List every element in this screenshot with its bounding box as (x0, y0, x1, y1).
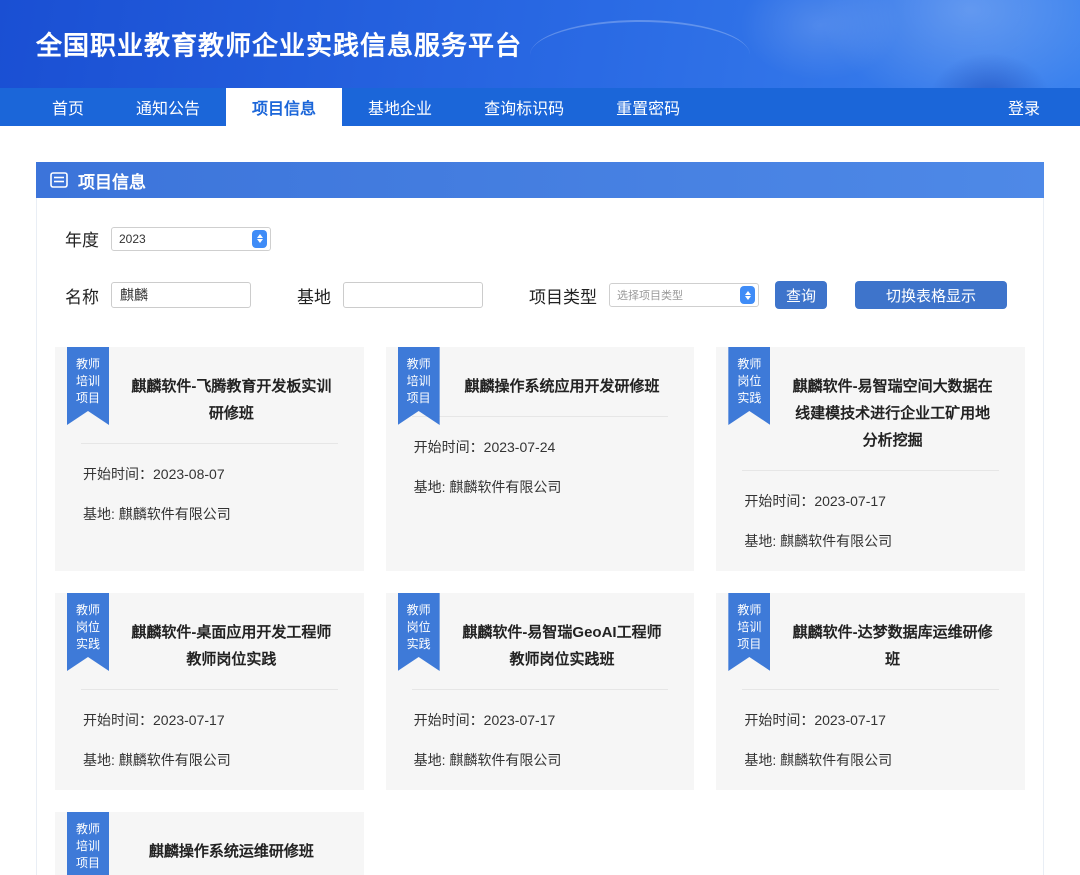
ribbon-line: 培训 (737, 620, 762, 634)
project-start-time: 开始时间：2023-07-17 (744, 712, 886, 728)
main-content: 项目信息 年度 2023 名称 基地 项目类型 选择项目类型 (0, 126, 1080, 875)
archive-icon (50, 172, 68, 188)
ribbon-line: 项目 (75, 856, 100, 870)
header-decoration (740, 0, 900, 80)
nav-item-project-info[interactable]: 项目信息 (226, 88, 343, 126)
project-base: 基地: 麒麟软件有限公司 (83, 752, 231, 768)
project-base: 基地: 麒麟软件有限公司 (744, 533, 893, 549)
header-decoration (530, 20, 750, 88)
project-type-select[interactable]: 选择项目类型 (609, 283, 759, 307)
ribbon-line: 教师 (737, 357, 762, 371)
project-card[interactable]: 教师 培训 项目 麒麟软件-达梦数据库运维研修班 开始时间：2023-07-17… (716, 593, 1025, 790)
base-input[interactable] (343, 282, 483, 308)
project-start-time: 开始时间：2023-07-17 (413, 712, 556, 728)
ribbon-line: 岗位 (75, 620, 100, 634)
project-title: 麒麟操作系统应用开发研修班 (464, 378, 660, 395)
project-type-label: 项目类型 (529, 287, 597, 307)
header-decoration (820, 0, 1080, 88)
project-type-ribbon: 教师 培训 项目 (397, 347, 440, 425)
name-input[interactable] (111, 282, 251, 308)
project-start-time: 开始时间：2023-07-17 (744, 493, 886, 509)
project-card-grid: 教师 培训 项目 麒麟软件-飞腾教育开发板实训研修班 开始时间：2023-08-… (55, 347, 1025, 875)
year-select[interactable]: 2023 (111, 226, 271, 251)
project-card[interactable]: 教师 培训 项目 麒麟软件-飞腾教育开发板实训研修班 开始时间：2023-08-… (55, 347, 364, 571)
toggle-table-view-button[interactable]: 切换表格显示 (855, 281, 1007, 309)
project-title: 麒麟软件-易智瑞空间大数据在线建模技术进行企业工矿用地分析挖掘 (792, 378, 993, 449)
divider (742, 470, 999, 471)
ribbon-line: 实践 (737, 391, 762, 405)
header-decoration (930, 53, 1050, 88)
project-start-time: 开始时间：2023-08-07 (83, 466, 225, 482)
project-start-time: 开始时间：2023-07-17 (83, 712, 225, 728)
project-title: 麒麟软件-达梦数据库运维研修班 (792, 624, 993, 668)
ribbon-line: 培训 (75, 374, 100, 388)
project-base: 基地: 麒麟软件有限公司 (413, 479, 562, 495)
divider (81, 689, 338, 690)
divider (81, 443, 338, 444)
filter-row-search: 名称 基地 项目类型 选择项目类型 查询 切换表格显示 (65, 281, 1025, 309)
ribbon-line: 教师 (75, 822, 100, 836)
nav-item-home[interactable]: 首页 (26, 88, 110, 126)
ribbon-line: 教师 (75, 603, 100, 617)
project-card[interactable]: 教师 培训 项目 麒麟操作系统应用开发研修班 开始时间：2023-07-24 基… (385, 347, 695, 571)
project-base: 基地: 麒麟软件有限公司 (744, 752, 893, 768)
ribbon-line: 教师 (406, 603, 431, 617)
ribbon-line: 项目 (406, 391, 431, 405)
ribbon-line: 实践 (75, 637, 100, 651)
project-title: 麒麟软件-桌面应用开发工程师教师岗位实践 (131, 624, 332, 668)
ribbon-line: 实践 (406, 637, 431, 651)
project-panel: 年度 2023 名称 基地 项目类型 选择项目类型 查询 切换表格显示 (36, 198, 1044, 875)
project-type-select-value: 选择项目类型 (617, 290, 683, 302)
nav-item-base-enterprise[interactable]: 基地企业 (342, 88, 458, 126)
project-start-time: 开始时间：2023-07-24 (413, 439, 556, 455)
nav-item-reset-password[interactable]: 重置密码 (590, 88, 706, 126)
section-header: 项目信息 (36, 162, 1044, 198)
ribbon-line: 岗位 (737, 374, 762, 388)
divider (411, 689, 669, 690)
divider (742, 689, 999, 690)
project-title: 麒麟软件-易智瑞GeoAI工程师教师岗位实践班 (462, 624, 662, 668)
ribbon-line: 教师 (406, 357, 431, 371)
filter-row-year: 年度 2023 (65, 226, 1025, 251)
base-label: 基地 (297, 287, 331, 307)
project-card[interactable]: 教师 岗位 实践 麒麟软件-易智瑞GeoAI工程师教师岗位实践班 开始时间：20… (385, 593, 695, 790)
project-card[interactable]: 教师 培训 项目 麒麟操作系统运维研修班 开始时间：2023-07-17 (55, 812, 364, 875)
ribbon-line: 培训 (406, 374, 431, 388)
login-button[interactable]: 登录 (988, 88, 1080, 126)
ribbon-line: 教师 (75, 357, 100, 371)
select-stepper-icon (740, 286, 755, 304)
select-stepper-icon (252, 229, 267, 248)
project-title: 麒麟软件-飞腾教育开发板实训研修班 (131, 378, 332, 422)
project-title: 麒麟操作系统运维研修班 (148, 843, 314, 860)
name-label: 名称 (65, 287, 99, 307)
nav-item-notices[interactable]: 通知公告 (110, 88, 226, 126)
ribbon-line: 培训 (75, 839, 100, 853)
project-base: 基地: 麒麟软件有限公司 (83, 506, 231, 522)
divider (411, 416, 669, 417)
ribbon-line: 岗位 (406, 620, 431, 634)
main-nav: 首页 通知公告 项目信息 基地企业 查询标识码 重置密码 登录 (0, 88, 1080, 126)
section-title: 项目信息 (78, 172, 146, 192)
project-card[interactable]: 教师 岗位 实践 麒麟软件-桌面应用开发工程师教师岗位实践 开始时间：2023-… (55, 593, 364, 790)
project-card[interactable]: 教师 岗位 实践 麒麟软件-易智瑞空间大数据在线建模技术进行企业工矿用地分析挖掘… (716, 347, 1025, 571)
year-select-value: 2023 (119, 231, 146, 246)
site-title: 全国职业教育教师企业实践信息服务平台 (36, 30, 523, 61)
ribbon-line: 教师 (737, 603, 762, 617)
year-label: 年度 (65, 231, 99, 250)
nav-item-query-id-code[interactable]: 查询标识码 (458, 88, 590, 126)
project-base: 基地: 麒麟软件有限公司 (413, 752, 562, 768)
query-button[interactable]: 查询 (775, 281, 827, 309)
project-type-ribbon: 教师 培训 项目 (67, 812, 109, 875)
ribbon-line: 项目 (737, 637, 762, 651)
ribbon-line: 项目 (75, 391, 100, 405)
app-header: 全国职业教育教师企业实践信息服务平台 (0, 0, 1080, 88)
